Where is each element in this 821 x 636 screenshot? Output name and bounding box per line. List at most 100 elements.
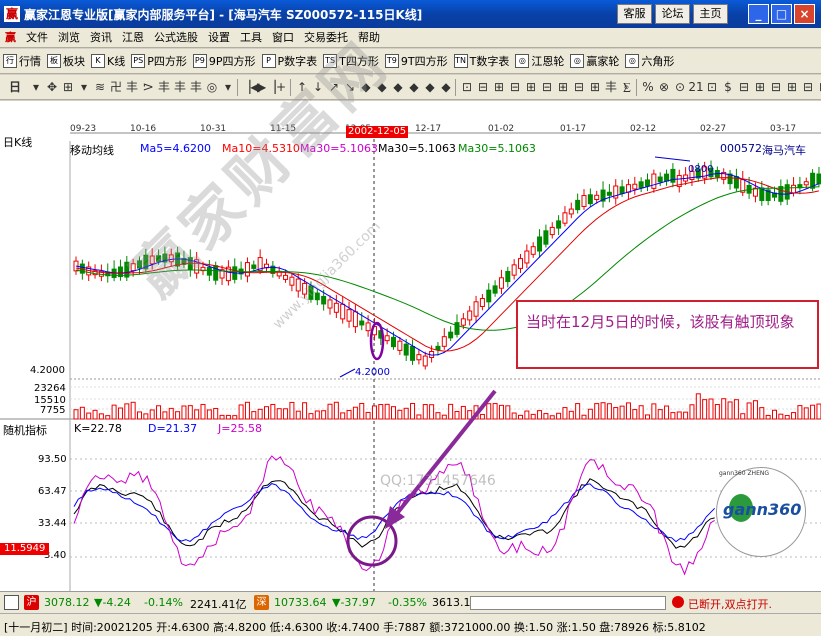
date-tick: 10-16 (130, 124, 156, 134)
drawing-tool-icon[interactable]: ⊟ (475, 79, 491, 95)
volume-bar (352, 406, 358, 420)
maximize-button[interactable]: □ (771, 4, 792, 24)
customer-service-button[interactable]: 客服 (617, 4, 652, 24)
toolbar-item-icon: P9 (192, 54, 207, 68)
volume-bar (587, 408, 593, 420)
drawing-tool-icon[interactable]: ≋ (92, 79, 108, 95)
toolbar-item-11[interactable]: ◎ 六角形 (625, 53, 674, 69)
toolbar-item-1[interactable]: 板板块 (47, 53, 85, 69)
volume-bar (460, 405, 466, 420)
drawing-tool-icon[interactable]: ⨊ (619, 79, 635, 95)
drawing-tool-icon[interactable]: ⊟ (539, 79, 555, 95)
volume-bar (613, 407, 619, 420)
drawing-tool-icon[interactable]: ▾ (28, 79, 44, 95)
drawing-tool-icon[interactable]: ▾ (76, 79, 92, 95)
period-select[interactable]: 日 (4, 79, 26, 95)
price-candle (244, 262, 250, 277)
menu-info[interactable]: 资讯 (85, 28, 117, 48)
drawing-tool-icon[interactable]: 丰 (603, 79, 619, 95)
price-candle (333, 302, 339, 313)
volume-bar (594, 403, 600, 420)
menu-formula[interactable]: 公式选股 (149, 28, 203, 48)
drawing-tool-icon[interactable]: ✥ (44, 79, 60, 95)
drawing-tool-icon[interactable]: ▾ (220, 79, 236, 95)
price-candle (625, 184, 631, 193)
drawing-tool-icon[interactable]: ⊞ (587, 79, 603, 95)
toolbar-item-label: 江恩轮 (531, 55, 565, 68)
drawing-tool-icon[interactable]: ◎ (204, 79, 220, 95)
price-candle (492, 285, 498, 294)
volume-bar (244, 401, 250, 420)
volume-bar (410, 403, 416, 420)
drawing-tool-icon[interactable]: ⊟ (736, 79, 752, 95)
menu-window[interactable]: 窗口 (267, 28, 299, 48)
price-candle (619, 186, 625, 195)
minimize-button[interactable]: _ (748, 4, 769, 24)
price-candle (454, 322, 460, 335)
volume-bar (98, 413, 104, 420)
menu-gann[interactable]: 江恩 (117, 28, 149, 48)
drawing-tool-icon[interactable]: 21 (688, 79, 704, 95)
connection-status[interactable]: 已断开,双点打开. (688, 596, 772, 612)
drawing-tool-icon[interactable]: ⊙ (672, 79, 688, 95)
volume-bar (435, 412, 441, 420)
toolbar-item-2[interactable]: K K线 (91, 53, 125, 69)
menu-browse[interactable]: 浏览 (53, 28, 85, 48)
low-pointer-line (339, 368, 356, 378)
volume-bar (651, 403, 657, 420)
drawing-tool-icon[interactable]: 丰 (156, 79, 172, 95)
status-grid-icon[interactable] (4, 595, 19, 610)
home-button[interactable]: 主页 (693, 4, 728, 24)
drawing-tool-icon[interactable]: ⊡ (704, 79, 720, 95)
volume-bar (257, 408, 263, 420)
drawing-tool-icon[interactable]: ⊗ (656, 79, 672, 95)
drawing-tool-icon[interactable]: 丰 (188, 79, 204, 95)
menu-tools[interactable]: 工具 (235, 28, 267, 48)
drawing-tool-icon[interactable]: ⊞ (752, 79, 768, 95)
toolbar-item-4[interactable]: P9 9P四方形 (192, 53, 256, 69)
drawing-tool-icon[interactable]: ⊞ (555, 79, 571, 95)
close-button[interactable]: × (794, 4, 815, 24)
toolbar-item-0[interactable]: 行行情 (3, 53, 41, 69)
drawing-tool-icon[interactable]: ◆ (422, 79, 438, 95)
drawing-tool-icon[interactable]: ⊡ (459, 79, 475, 95)
drawing-tool-icon[interactable]: 丰 (172, 79, 188, 95)
drawing-tool-icon[interactable]: 丰 (124, 79, 140, 95)
drawing-tool-icon[interactable]: ⊞ (523, 79, 539, 95)
drawing-tool-icon[interactable]: ⊟ (768, 79, 784, 95)
drawing-tool-icon[interactable]: ⊞ (816, 79, 821, 95)
drawing-tool-icon[interactable]: % (640, 79, 656, 95)
drawing-tool-icon[interactable]: ◆ (406, 79, 422, 95)
drawing-tool-icon[interactable]: ⊞ (491, 79, 507, 95)
menu-bar: 赢 文件 浏览 资讯 江恩 公式选股 设置 工具 窗口 交易委托 帮助 _ ▫ … (0, 28, 821, 72)
price-candle (632, 183, 638, 190)
drawing-tool-icon[interactable]: $ (720, 79, 736, 95)
drawing-tool-icon[interactable]: ⊟ (800, 79, 816, 95)
drawing-tool-icon[interactable]: ▕◀ (241, 79, 259, 95)
drawing-tool-icon[interactable]: ⊟ (571, 79, 587, 95)
price-candle (556, 220, 562, 229)
toolbar-item-label: 板块 (63, 55, 85, 68)
forum-button[interactable]: 论坛 (655, 4, 690, 24)
kdj-k-value: K=22.78 (74, 422, 122, 435)
status-scroll-track[interactable] (470, 596, 666, 610)
toolbar-item-10[interactable]: ◎ 赢家轮 (570, 53, 619, 69)
menu-settings[interactable]: 设置 (203, 28, 235, 48)
high-pointer-line (654, 156, 691, 162)
drawing-tool-icon[interactable]: ⊞ (784, 79, 800, 95)
toolbar-item-3[interactable]: PS P四方形 (131, 53, 187, 69)
toolbar-separator (636, 79, 637, 96)
toolbar-item-label: K线 (107, 55, 126, 68)
sh-index-change: ▼-4.24 (94, 596, 131, 609)
toolbar-item-9[interactable]: ◎ 江恩轮 (515, 53, 564, 69)
toolbar-item-7[interactable]: T9 9T四方形 (384, 53, 448, 69)
drawing-tool-icon[interactable]: ⊞ (60, 79, 76, 95)
menu-file[interactable]: 文件 (21, 28, 53, 48)
volume-bar (264, 406, 269, 420)
toolbar-item-8[interactable]: TN T数字表 (453, 53, 509, 69)
drawing-tool-icon[interactable]: ⊟ (507, 79, 523, 95)
drawing-tool-icon[interactable]: 卍 (108, 79, 124, 95)
drawing-tool-icon[interactable]: ◆ (438, 79, 454, 95)
chart-area[interactable]: 09-2310-1610-3111-1512-0512-1701-0201-17… (0, 28, 821, 591)
drawing-tool-icon[interactable]: 𝈳 (140, 79, 156, 95)
